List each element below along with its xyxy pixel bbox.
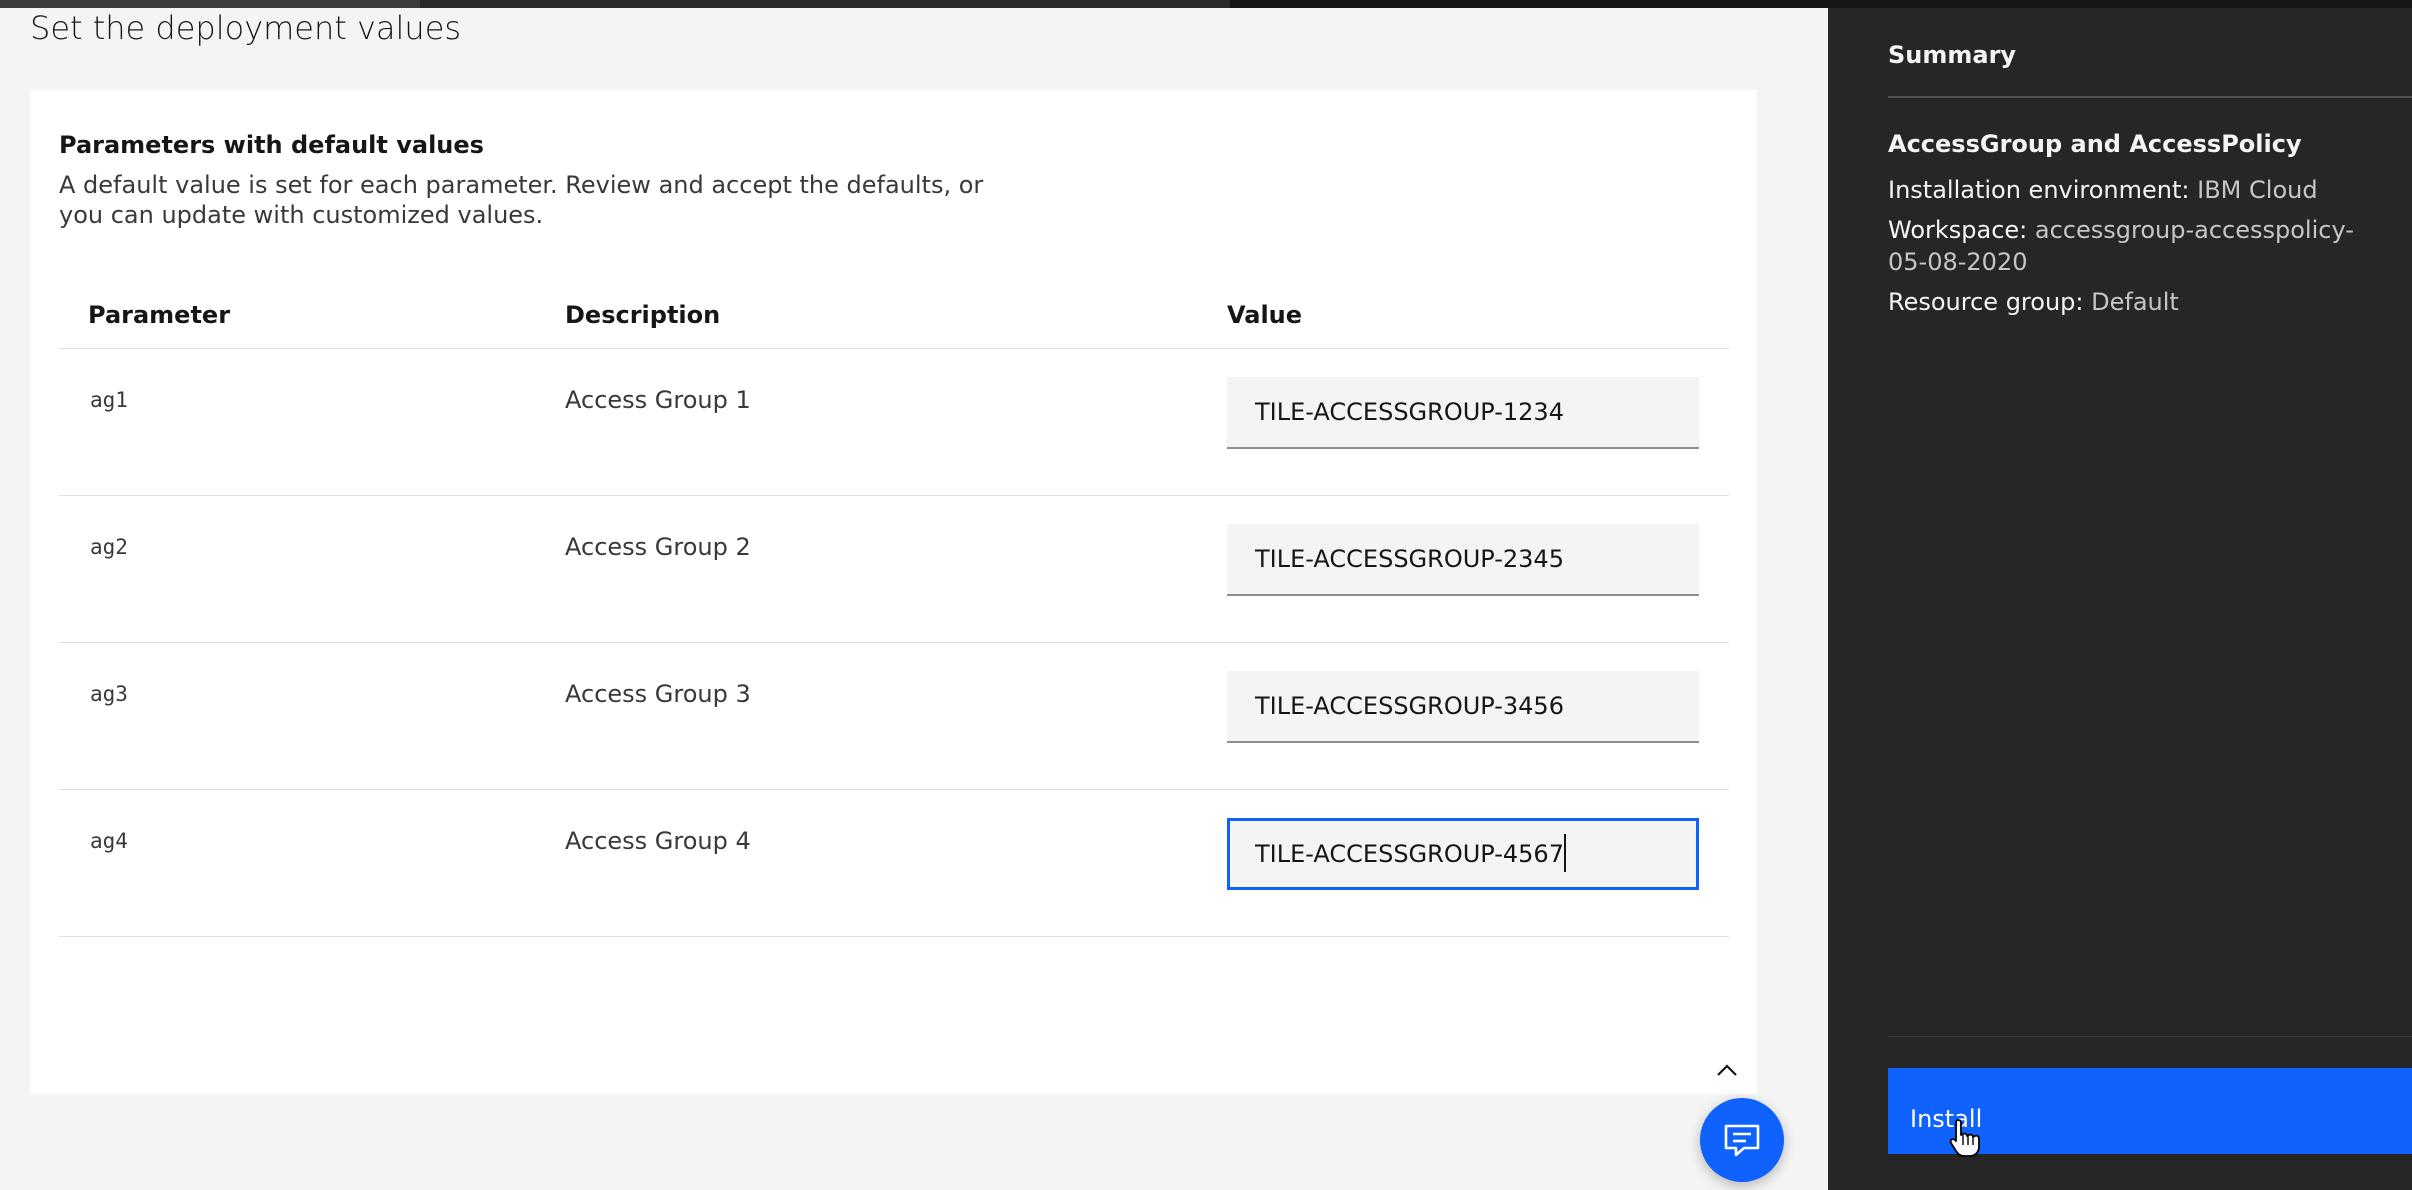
parameter-description: Access Group 2 [565,533,751,561]
summary-title: Summary [1888,41,2017,69]
parameter-name: ag4 [90,829,128,853]
parameter-description: Access Group 4 [565,827,751,855]
resource-group-value: Default [2091,288,2179,316]
chat-button[interactable] [1700,1098,1784,1182]
progress-segment [0,0,420,8]
installation-environment-label: Installation environment: [1888,176,2190,204]
chat-icon [1724,1124,1760,1157]
parameter-name: ag3 [90,682,128,706]
workspace-label: Workspace: [1888,216,2028,244]
resource-group-label: Resource group: [1888,288,2084,316]
parameters-card: Parameters with default values A default… [30,90,1757,1094]
parameters-table: Parameter Description Value ag1 Access G… [59,290,1729,937]
value-input-ag2[interactable] [1227,524,1699,596]
table-header: Parameter Description Value [59,290,1729,349]
summary-workspace: Workspace: accessgroup-accesspolicy-05-0… [1888,214,2368,278]
column-header-value: Value [1227,301,1303,329]
value-input-ag4[interactable] [1227,818,1699,890]
parameter-name: ag1 [90,388,128,412]
column-header-parameter: Parameter [88,301,231,329]
chevron-up-icon [1717,1064,1737,1076]
summary-product-name: AccessGroup and AccessPolicy [1888,130,2302,158]
value-input-ag1[interactable] [1227,377,1699,449]
progress-segment [420,0,1230,8]
card-description: A default value is set for each paramete… [59,171,984,229]
page-title: Set the deployment values [30,9,462,47]
summary-installation-environment: Installation environment: IBM Cloud [1888,174,2388,206]
summary-bottom-divider [1888,1036,2412,1037]
summary-divider [1888,96,2412,98]
top-progress-strip [0,0,2412,8]
table-row: ag2 Access Group 2 [59,496,1729,643]
table-row: ag4 Access Group 4 [59,790,1729,937]
card-title: Parameters with default values [59,131,484,159]
parameter-description: Access Group 3 [565,680,751,708]
table-row: ag3 Access Group 3 [59,643,1729,790]
installation-environment-value: IBM Cloud [2197,176,2318,204]
collapse-button[interactable] [1705,1048,1749,1092]
text-caret [1564,834,1566,872]
value-input-ag3[interactable] [1227,671,1699,743]
summary-resource-group: Resource group: Default [1888,286,2388,318]
main-panel: Set the deployment values Parameters wit… [0,8,1828,1190]
install-button[interactable]: Install [1888,1068,2412,1154]
parameter-description: Access Group 1 [565,386,751,414]
column-header-description: Description [565,301,721,329]
table-row: ag1 Access Group 1 [59,349,1729,496]
parameter-name: ag2 [90,535,128,559]
summary-panel: Summary AccessGroup and AccessPolicy Ins… [1828,8,2412,1190]
